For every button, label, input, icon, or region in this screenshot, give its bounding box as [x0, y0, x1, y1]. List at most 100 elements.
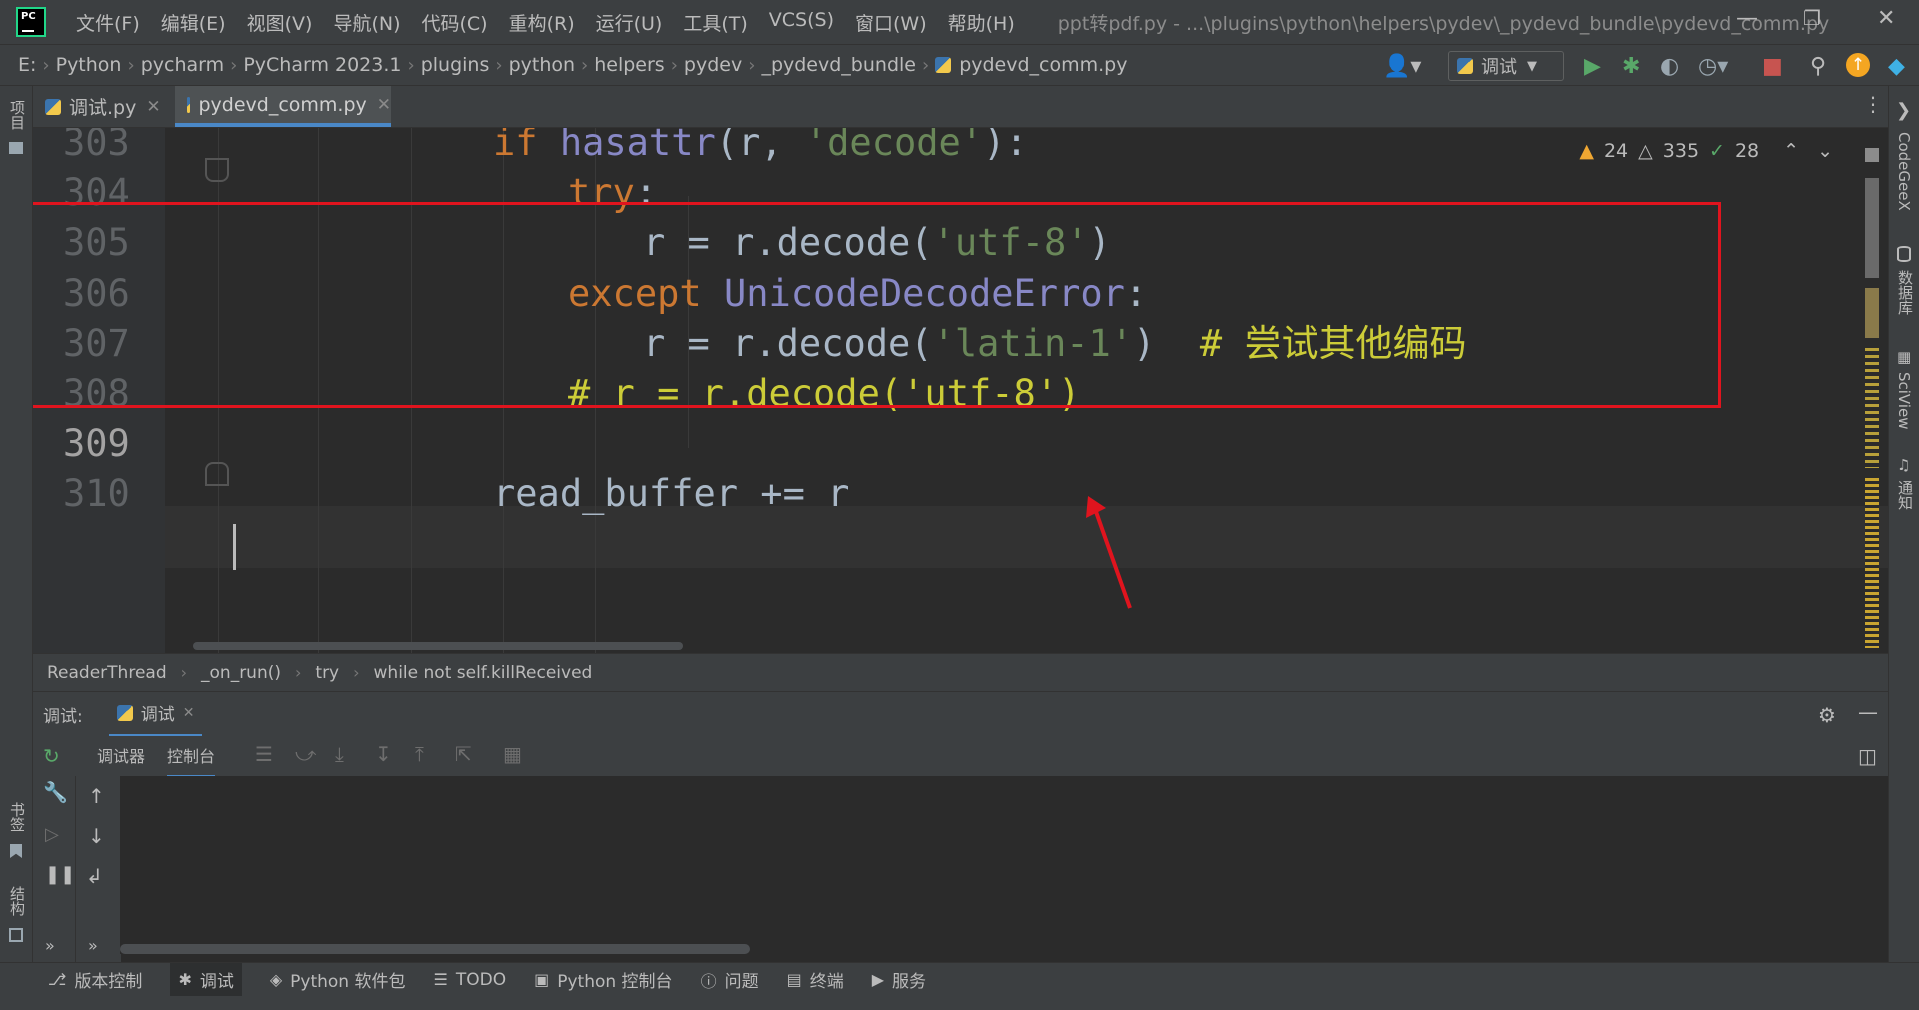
more-icon[interactable]: ⋮	[1863, 92, 1883, 116]
list-icon[interactable]: ☰	[255, 742, 273, 766]
chevron-up-icon[interactable]: ⌃	[1783, 140, 1799, 162]
fold-marker-icon[interactable]	[205, 158, 229, 182]
bookmarks-tool-button[interactable]: 书签	[7, 802, 28, 832]
editor-breadcrumb-item[interactable]: _on_run()	[201, 663, 281, 683]
breadcrumb-item[interactable]: python	[509, 54, 575, 76]
tool-window-label: 问题	[724, 972, 759, 992]
tab-debugger[interactable]: 调试器	[97, 743, 145, 767]
structure-tool-button[interactable]: 结构	[7, 886, 28, 916]
debug-session-tab[interactable]: 调试 ✕	[108, 692, 203, 737]
chevron-right-icon: ›	[127, 54, 135, 76]
user-icon[interactable]: 👤▾	[1383, 54, 1421, 79]
console-horizontal-scrollbar[interactable]	[120, 944, 750, 954]
coverage-icon[interactable]: ◐	[1660, 54, 1679, 79]
menu-item[interactable]: 重构(R)	[509, 9, 575, 36]
notification-bell-icon: ♫	[1897, 456, 1911, 474]
close-icon[interactable]: ✕	[1877, 6, 1895, 31]
debug-bug-icon[interactable]: ✱	[1622, 54, 1640, 79]
breadcrumb-item[interactable]: plugins	[421, 54, 490, 76]
codegeex-tool-button[interactable]: CodeGeeX	[1895, 132, 1913, 211]
tab-pydevd-comm[interactable]: pydevd_comm.py ✕	[175, 86, 391, 127]
breadcrumb-item[interactable]: pydevd_comm.py	[959, 54, 1127, 76]
rerun-icon[interactable]: ↻	[43, 744, 60, 768]
pause-icon[interactable]: ❚❚	[45, 864, 75, 885]
restore-icon[interactable]: ❐	[1803, 6, 1821, 30]
database-tool-button[interactable]: 数据库	[1895, 270, 1916, 315]
tool-window-button[interactable]: ⎇ 版本控制	[48, 967, 142, 992]
breadcrumb-item[interactable]: _pydevd_bundle	[761, 54, 916, 76]
menu-item[interactable]: 导航(N)	[333, 9, 400, 36]
arrow-up-icon[interactable]: ↑	[88, 784, 105, 808]
resume-icon[interactable]: ▷	[45, 824, 59, 845]
menu-item[interactable]: VCS(S)	[769, 9, 834, 36]
horizontal-scrollbar[interactable]	[193, 642, 683, 650]
chevron-right-icon: ›	[42, 54, 50, 76]
editor-breadcrumb-item[interactable]: while not self.killReceived	[374, 663, 593, 683]
arrow-down-icon[interactable]: ↓	[88, 824, 105, 848]
profile-icon[interactable]: ◷▾	[1698, 54, 1728, 79]
run-to-cursor-icon[interactable]: ⇱	[455, 742, 472, 766]
expand-icon[interactable]: »	[45, 936, 55, 955]
code-editor[interactable]: 303 if hasattr(r, 'decode'): 304 try: 305 r =…	[33, 128, 1888, 653]
close-tab-icon[interactable]: ✕	[146, 97, 160, 117]
run-icon[interactable]: ▶	[1584, 54, 1601, 79]
wrench-icon[interactable]: 🔧	[43, 780, 68, 804]
update-icon[interactable]: ↑	[1846, 53, 1870, 77]
project-tool-button[interactable]: 项目	[7, 100, 28, 130]
tool-window-button[interactable]: ⓘ 问题	[701, 967, 759, 993]
python-file-icon	[935, 57, 952, 73]
menu-item[interactable]: 编辑(E)	[161, 9, 226, 36]
debug-console-output[interactable]	[120, 776, 1888, 954]
run-config-dropdown[interactable]: 调试 ▼	[1448, 51, 1564, 81]
tool-window-button[interactable]: ▤ 终端	[787, 967, 844, 992]
sciview-tool-button[interactable]: SciView	[1895, 372, 1913, 430]
menu-item[interactable]: 窗口(W)	[855, 9, 927, 36]
menu-item[interactable]: 工具(T)	[683, 9, 747, 36]
breadcrumb-item[interactable]: E:	[18, 54, 36, 76]
step-over-icon[interactable]: ⤻	[295, 742, 316, 766]
menu-item[interactable]: 帮助(H)	[948, 9, 1015, 36]
minimize-panel-icon[interactable]: —	[1858, 700, 1878, 724]
menu-item[interactable]: 运行(U)	[596, 9, 663, 36]
error-stripe[interactable]	[1865, 148, 1885, 648]
breadcrumb-item[interactable]: PyCharm 2023.1	[243, 54, 401, 76]
step-out-icon[interactable]: ⤒	[415, 742, 424, 766]
notifications-tool-button[interactable]: 通知	[1895, 480, 1916, 510]
tool-window-button[interactable]: ☰ TODO	[434, 970, 507, 990]
menu-item[interactable]: 视图(V)	[247, 9, 313, 36]
chevron-right-icon: ›	[407, 54, 415, 76]
tab-debug-py[interactable]: 调试.py ✕	[33, 86, 166, 127]
minimize-icon[interactable]: —	[1736, 6, 1758, 31]
layout-icon[interactable]: ◫	[1858, 744, 1877, 768]
step-into-icon[interactable]: ⤓	[335, 742, 344, 766]
code-token: read_buffer += r	[493, 472, 850, 516]
breadcrumb-item[interactable]: Python	[56, 54, 122, 76]
search-icon[interactable]: ⚲	[1810, 54, 1826, 79]
close-tab-icon[interactable]: ✕	[377, 95, 391, 115]
chevron-down-icon[interactable]: ⌄	[1817, 140, 1833, 162]
soft-wrap-icon[interactable]: ↲	[86, 864, 103, 888]
stop-icon[interactable]: ■	[1762, 54, 1783, 79]
fold-marker-icon[interactable]	[205, 462, 229, 486]
evaluate-expression-icon[interactable]: ▦	[503, 742, 522, 766]
tab-console[interactable]: 控制台	[167, 743, 216, 778]
tool-window-button[interactable]: ▶ 服务	[872, 967, 926, 992]
menu-item[interactable]: 代码(C)	[421, 9, 487, 36]
menu-item[interactable]: 文件(F)	[76, 9, 140, 36]
editor-breadcrumb-item[interactable]: ReaderThread	[47, 663, 167, 683]
expand-icon[interactable]: »	[88, 936, 98, 955]
settings-gear-icon[interactable]: ⚙	[1818, 703, 1836, 727]
breadcrumb-item[interactable]: pydev	[684, 54, 742, 76]
chevron-right-icon: ›	[230, 54, 238, 76]
tool-window-button[interactable]: ◈ Python 软件包	[270, 967, 406, 992]
tool-window-button[interactable]: ▣ Python 控制台	[534, 967, 672, 992]
breadcrumb-item[interactable]: pycharm	[141, 54, 224, 76]
close-session-icon[interactable]: ✕	[183, 705, 195, 721]
step-into-my-code-icon[interactable]: ↧	[375, 742, 392, 766]
breadcrumb-item[interactable]: helpers	[594, 54, 664, 76]
editor-breadcrumb-item[interactable]: try	[315, 663, 339, 683]
inspection-widget[interactable]: ▲ 24 △ 335 ✓ 28 ⌃ ⌄	[1579, 140, 1833, 162]
jetbrains-icon[interactable]: ◆	[1888, 54, 1905, 79]
chevron-right-icon: ›	[495, 54, 503, 76]
tool-window-button[interactable]: ✱ 调试	[170, 963, 242, 996]
